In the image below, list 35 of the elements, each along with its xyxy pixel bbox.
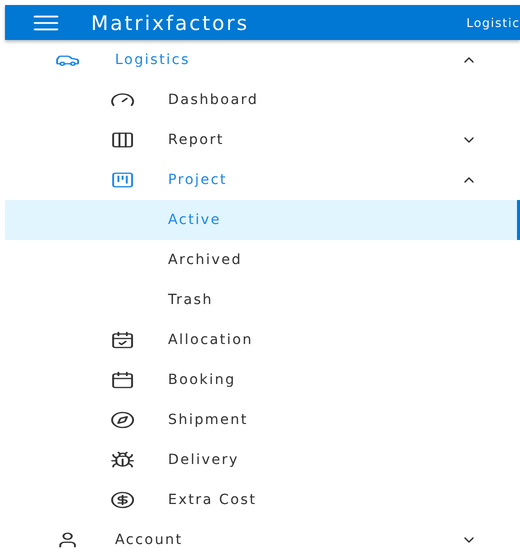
nav-label: Account: [115, 532, 183, 548]
nav-label: Allocation: [168, 332, 254, 348]
board-icon: [110, 171, 136, 189]
table-icon: [110, 131, 136, 149]
calendar-check-icon: [110, 331, 136, 349]
nav-label: Project: [168, 172, 228, 188]
nav-label: Shipment: [168, 412, 248, 428]
nav-item[interactable]: Report: [5, 120, 520, 160]
nav-item[interactable]: Logistics: [5, 40, 520, 80]
nav-item[interactable]: Trash: [5, 280, 520, 320]
nav-item[interactable]: Extra Cost: [5, 480, 520, 520]
nav-item[interactable]: Account: [5, 520, 520, 549]
nav-label: Logistics: [115, 52, 190, 68]
nav-item[interactable]: Allocation: [5, 320, 520, 360]
dollar-icon: [110, 491, 136, 509]
nav-item[interactable]: Dashboard: [5, 80, 520, 120]
nav-item[interactable]: Booking: [5, 360, 520, 400]
nav-label: Extra Cost: [168, 492, 257, 508]
nav-label: Delivery: [168, 452, 239, 468]
nav-item[interactable]: Project: [5, 160, 520, 200]
nav-item[interactable]: Archived: [5, 240, 520, 280]
nav-label: Archived: [168, 252, 242, 268]
nav-item[interactable]: Shipment: [5, 400, 520, 440]
nav-label: Booking: [168, 372, 236, 388]
app-title: Matrixfactors: [91, 10, 249, 34]
calendar-icon: [110, 371, 136, 389]
nav-label: Dashboard: [168, 92, 258, 108]
compass-icon: [110, 411, 136, 429]
nav-item[interactable]: Delivery: [5, 440, 520, 480]
nav-label: Active: [168, 212, 221, 228]
gauge-icon: [110, 91, 136, 109]
nav-label: Report: [168, 132, 224, 148]
nav-label: Trash: [168, 292, 213, 308]
bug-icon: [110, 451, 136, 469]
breadcrumb: Logistic: [466, 16, 520, 30]
